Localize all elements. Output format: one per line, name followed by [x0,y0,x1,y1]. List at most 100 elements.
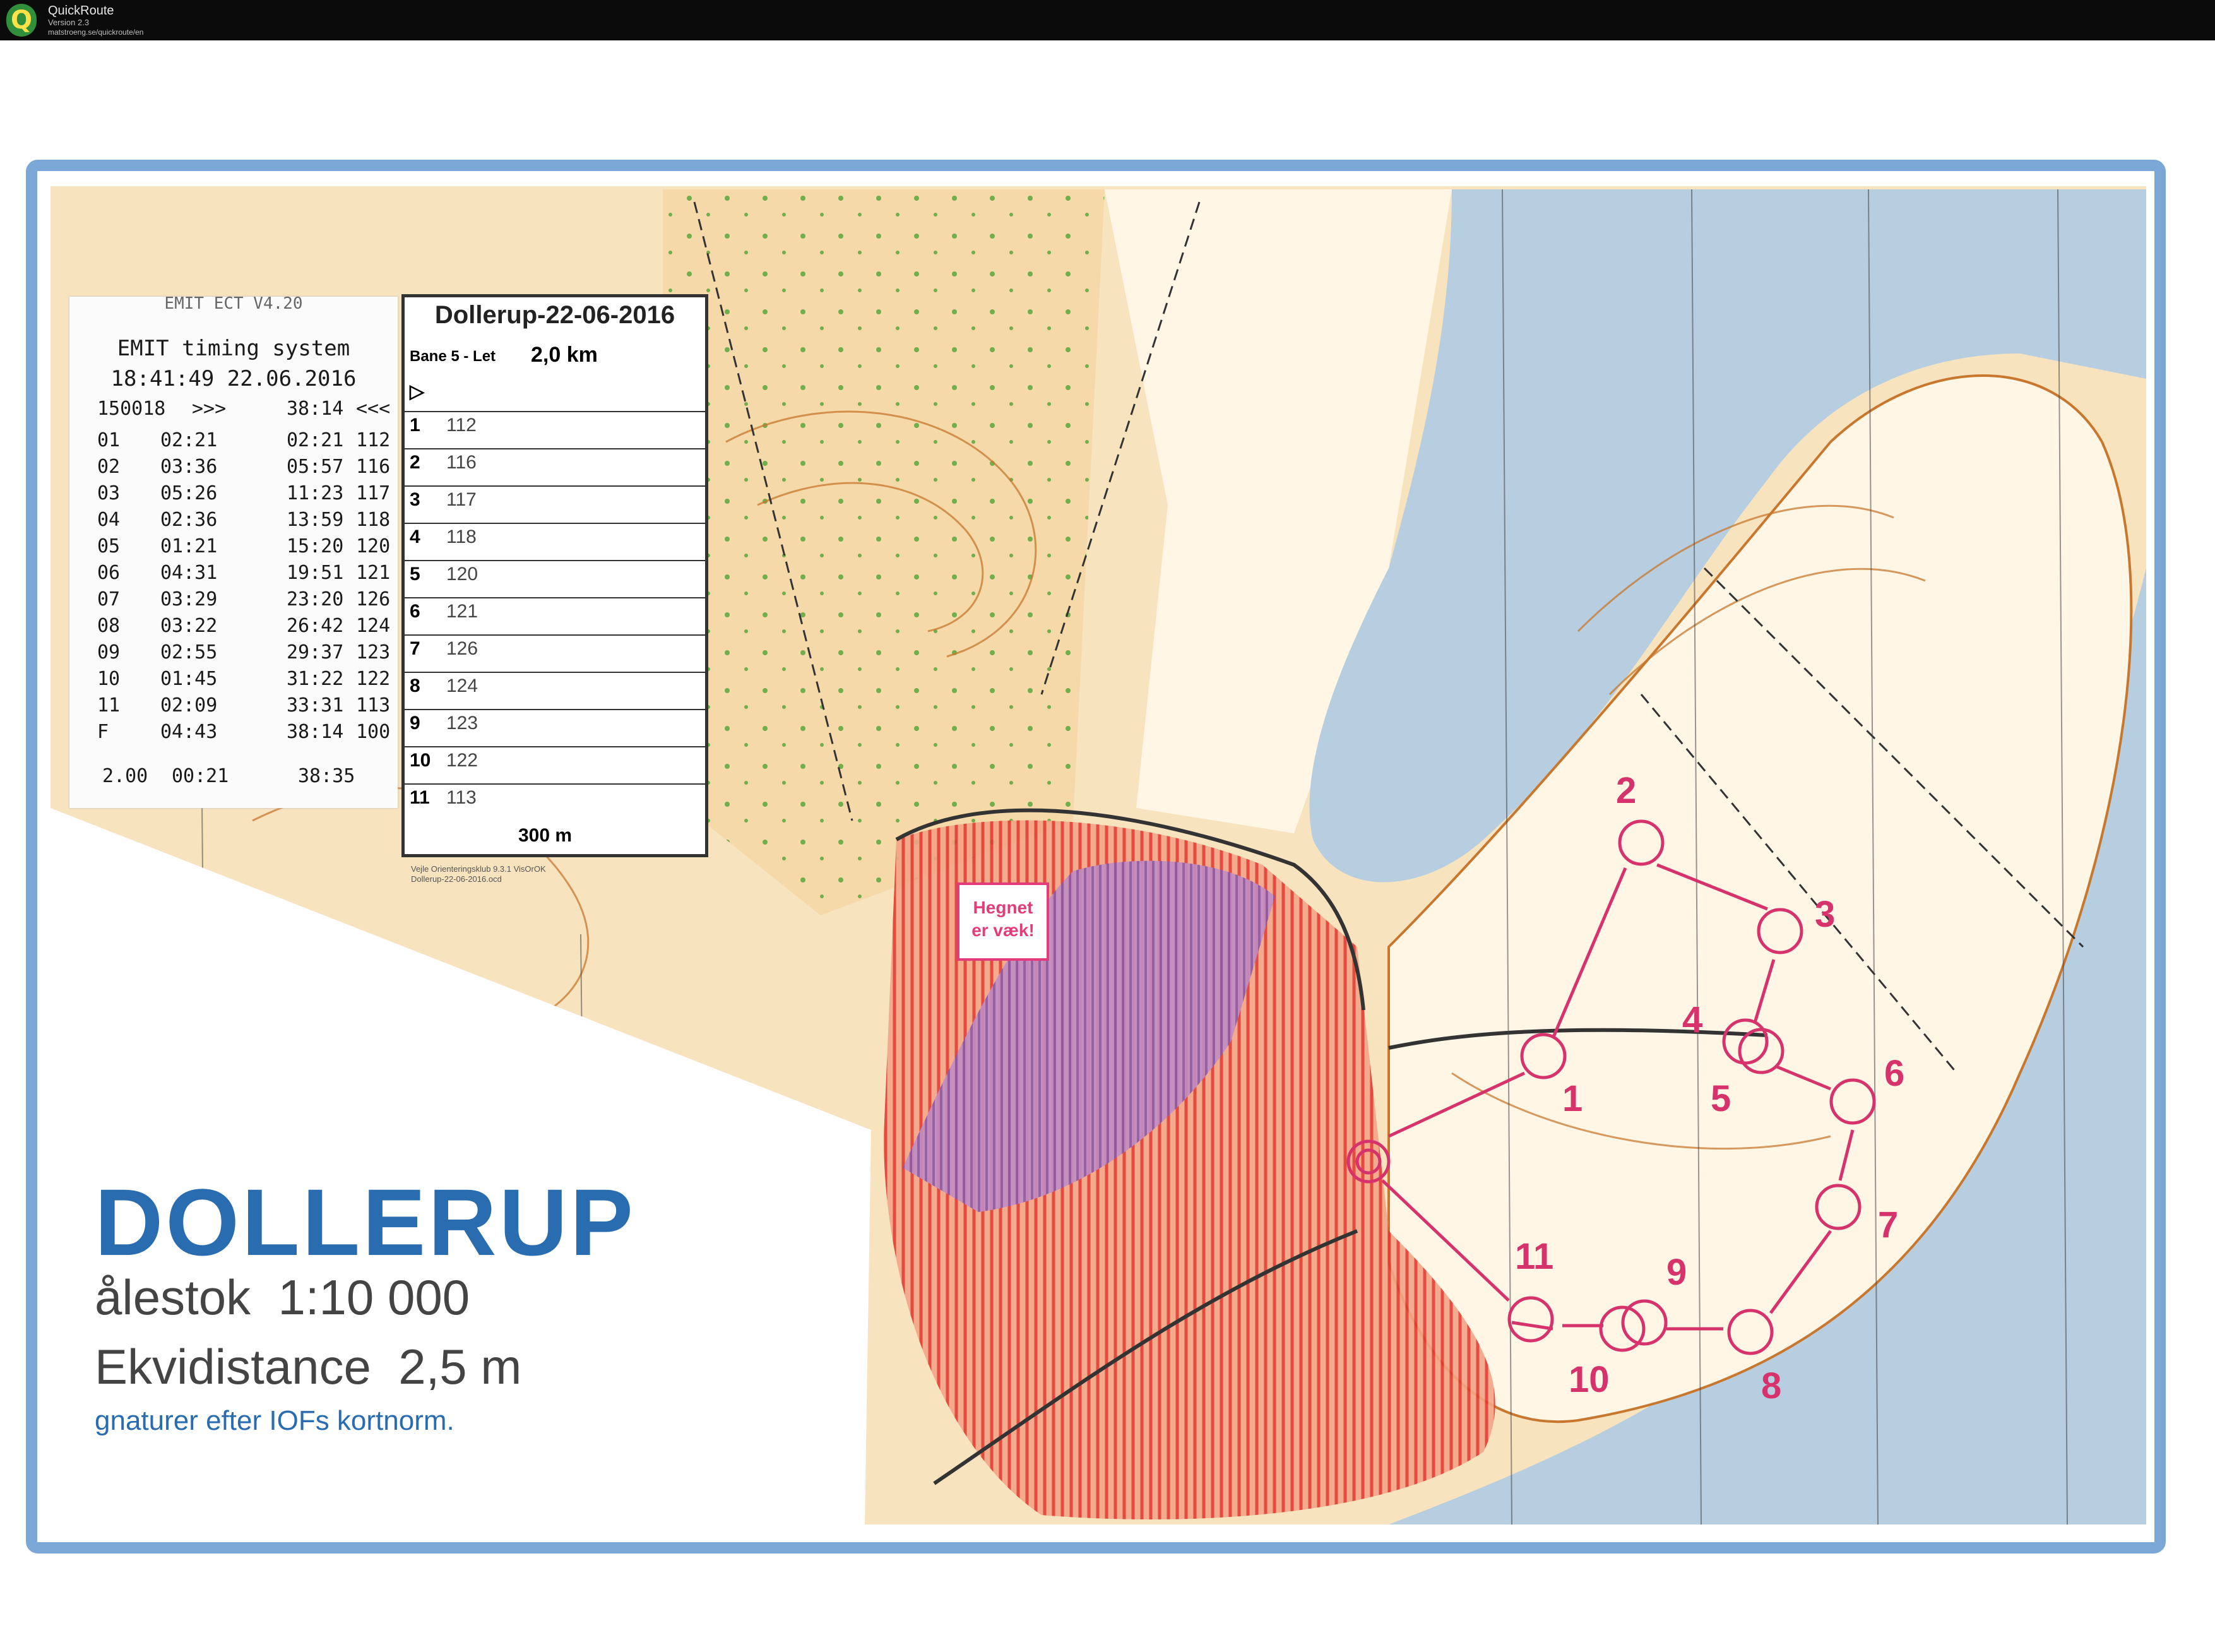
split-cum: 05:57 [287,456,344,478]
rough-open-area [663,189,1105,915]
description-control-number: 1 [410,415,420,436]
split-split: 03:22 [160,615,218,637]
fence-note: Hegnet er væk! [957,882,1049,961]
split-leg: F [97,721,109,743]
split-cum: 23:20 [287,588,344,610]
description-control-number: 9 [410,713,420,734]
description-control-code: 113 [446,787,477,808]
total-mark-right: <<< [356,398,391,420]
contour-value: 2,5 m [398,1339,522,1394]
control-label-11: 11 [1515,1236,1553,1277]
control-label-6: 6 [1884,1053,1904,1094]
description-control-code: 120 [446,564,478,585]
split-cum: 19:51 [287,562,344,584]
split-code: 100 [356,721,391,743]
split-leg: 06 [97,562,121,584]
control-label-2: 2 [1616,770,1636,811]
split-leg: 09 [97,641,121,663]
description-control-code: 112 [446,415,477,436]
split-code: 120 [356,535,391,557]
description-row-divider [405,560,705,561]
split-split: 01:21 [160,535,218,557]
split-cum: 13:59 [287,509,344,531]
split-leg: 08 [97,615,121,637]
split-leg: 11 [97,694,121,716]
description-control-code: 117 [446,489,477,510]
description-row-divider [405,411,705,412]
quickroute-logo-icon: Q [6,4,37,37]
receipt-datetime: 18:41:49 22.06.2016 [110,366,357,391]
description-control-number: 5 [410,564,420,585]
split-code: 122 [356,668,391,690]
map-title: DOLLERUP [95,1169,636,1275]
receipt-card-row: 150018 >>> 38:14 <<< [97,398,394,530]
description-row-divider [405,634,705,636]
description-row-divider [405,523,705,524]
control-label-4: 4 [1682,999,1702,1040]
course-distance: 2,0 km [531,343,598,367]
fence-note-line2: er væk! [971,920,1035,940]
split-leg: 05 [97,535,121,557]
split-leg: 02 [97,456,121,478]
description-row-divider [405,448,705,449]
description-control-code: 122 [446,750,478,771]
app-version: Version 2.3 [48,18,90,27]
split-code: 124 [356,615,391,637]
split-cum: 15:20 [287,535,344,557]
event-title: Dollerup-22-06-2016 [434,301,675,329]
description-control-number: 11 [410,787,430,808]
split-cum: 33:31 [287,694,344,716]
description-control-number: 8 [410,675,420,696]
split-code: 112 [356,429,391,451]
control-label-5: 5 [1711,1078,1731,1119]
split-code: 121 [356,562,391,584]
split-cum: 38:14 [287,721,344,743]
receipt-header-partial: EMIT ECT V4.20 [164,294,303,313]
split-leg: 01 [97,429,121,451]
split-cum: 31:22 [287,668,344,690]
description-row-divider [405,783,705,785]
split-cum: 02:21 [287,429,344,451]
map-scale: ålestok 1:10 000 [95,1269,470,1326]
contour-interval: Ekvidistance 2,5 m [95,1338,521,1396]
split-cum: 29:37 [287,641,344,663]
description-control-number: 2 [410,452,420,473]
split-code: 117 [356,482,391,504]
total-top: 38:14 [287,398,344,420]
description-row-divider [405,597,705,598]
contour-label: Ekvidistance [95,1339,371,1394]
course-name: Bane 5 - Let [410,348,496,365]
split-cum: 26:42 [287,615,344,637]
description-row-divider [405,746,705,747]
scale-label: ålestok [95,1269,251,1325]
split-split: 03:36 [160,456,218,478]
footer-b: 00:21 [172,765,229,787]
split-split: 02:09 [160,694,218,716]
card-number: 150018 [97,398,166,420]
description-control-number: 4 [410,526,420,547]
split-code: 118 [356,509,391,531]
control-label-10: 10 [1569,1359,1610,1400]
receipt-footer-row: 2.00 00:21 38:35 [102,765,393,876]
control-label-9: 9 [1666,1252,1687,1293]
split-leg: 03 [97,482,121,504]
control-description-sheet: Dollerup-22-06-2016 Bane 5 - Let 2,0 km … [401,294,708,884]
description-control-code: 124 [446,675,478,696]
app-name: QuickRoute [48,4,114,18]
description-footnote-1: Vejle Orienteringsklub 9.3.1 VisOrOK [411,864,546,874]
control-label-7: 7 [1878,1204,1898,1245]
description-control-number: 10 [410,750,431,771]
split-split: 05:26 [160,482,218,504]
scale-value: 1:10 000 [278,1269,470,1325]
description-control-number: 3 [410,489,420,510]
split-leg: 07 [97,588,121,610]
control-label-8: 8 [1761,1365,1781,1406]
app-url[interactable]: matstroeng.se/quickroute/en [48,28,143,37]
split-leg: 10 [97,668,121,690]
emit-receipt: EMIT ECT V4.20 EMIT timing system 18:41:… [69,294,398,808]
split-cum: 11:23 [287,482,344,504]
split-code: 126 [356,588,391,610]
description-row-divider [405,709,705,710]
description-control-code: 126 [446,638,478,659]
control-label-1: 1 [1562,1078,1583,1119]
